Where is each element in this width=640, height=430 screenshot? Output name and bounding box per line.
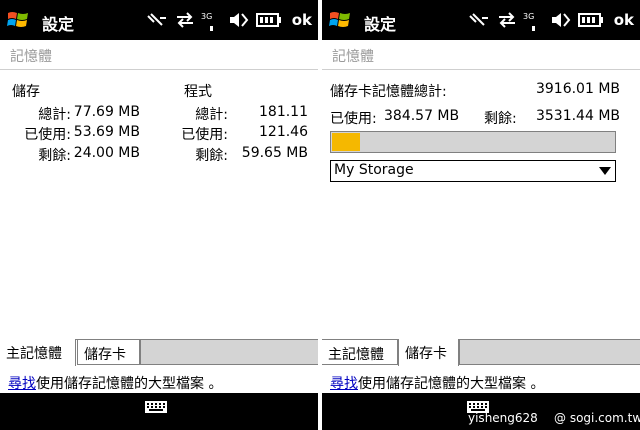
storage-select-value: My Storage — [334, 162, 414, 178]
find-large-files-hint: 尋找使用儲存記憶體的大型檔案 。 — [330, 373, 544, 393]
card-total-label: 儲存卡記憶體總計: — [330, 84, 447, 100]
storage-card-screen: 設定 3G ok 記憶體 儲存卡記憶體總計: 3916.01 MB 已使用: 3… — [322, 0, 640, 430]
watermark-user: yisheng628 — [468, 411, 538, 425]
tab-strip-filler — [140, 340, 318, 365]
data-sync-icon — [177, 12, 193, 28]
title-bar: 設定 3G ok — [322, 0, 640, 40]
storage-usage-fill — [332, 133, 360, 151]
windows-start-icon[interactable] — [6, 8, 30, 32]
keyboard-icon[interactable] — [145, 401, 167, 413]
section-title: 記憶體 — [332, 49, 374, 65]
chevron-down-icon[interactable] — [599, 167, 611, 175]
tab-strip: 主記憶體 儲存卡 — [0, 339, 318, 367]
tab-strip: 主記憶體 儲存卡 — [322, 339, 640, 367]
soft-key-bar: yisheng628 @ sogi.com.tw — [322, 393, 640, 430]
watermark-site: @ sogi.com.tw — [554, 411, 640, 425]
svg-text:3G: 3G — [523, 12, 534, 21]
main-memory-screen: 設定 3G ok 記憶體 儲存 程式 總計: 77.69 MB 總計: 181.… — [0, 0, 318, 430]
battery-icon — [256, 13, 281, 27]
card-used-value: 384.57 MB — [384, 108, 460, 124]
find-large-files-hint: 尋找使用儲存記憶體的大型檔案 。 — [8, 373, 222, 393]
speaker-muted-icon — [552, 13, 571, 27]
windows-start-icon[interactable] — [328, 8, 352, 32]
card-total-value: 3916.01 MB — [535, 81, 620, 97]
storage-free-value: 24.00 MB — [73, 145, 140, 161]
page-title: 設定 — [42, 15, 75, 34]
tab-main-memory[interactable]: 主記憶體 — [322, 339, 398, 365]
signal-3g-icon: 3G — [523, 12, 535, 31]
battery-icon — [578, 13, 603, 27]
section-header: 記憶體 — [322, 41, 640, 70]
program-free-label: 剩餘: — [195, 148, 228, 164]
storage-total-value: 77.69 MB — [73, 104, 140, 120]
connectivity-icon — [469, 13, 488, 26]
soft-key-bar — [0, 393, 318, 430]
find-link[interactable]: 尋找 — [8, 376, 36, 392]
storage-free-label: 剩餘: — [38, 148, 71, 164]
connectivity-icon — [147, 13, 166, 26]
signal-3g-icon: 3G — [201, 12, 213, 31]
storage-heading: 儲存 — [12, 84, 40, 100]
program-heading: 程式 — [184, 84, 212, 100]
program-free-value: 59.65 MB — [241, 145, 308, 161]
ok-button[interactable]: ok — [614, 11, 634, 29]
storage-used-label: 已使用: — [24, 127, 71, 143]
program-used-value: 121.46 — [259, 124, 308, 140]
card-used-label: 已使用: — [330, 111, 377, 127]
speaker-muted-icon — [230, 13, 249, 27]
storage-used-value: 53.69 MB — [73, 124, 140, 140]
tab-strip-filler — [459, 340, 640, 365]
tab-main-memory[interactable]: 主記憶體 — [0, 339, 76, 366]
storage-total-label: 總計: — [38, 107, 71, 123]
tab-storage-card[interactable]: 儲存卡 — [77, 339, 140, 365]
program-total-value: 181.11 — [259, 104, 308, 120]
storage-select[interactable]: My Storage — [330, 160, 616, 182]
page-title: 設定 — [364, 15, 397, 34]
find-hint-text: 使用儲存記憶體的大型檔案 。 — [36, 376, 223, 392]
data-sync-icon — [499, 12, 515, 28]
title-bar: 設定 3G ok — [0, 0, 318, 40]
program-used-label: 已使用: — [181, 127, 228, 143]
section-title: 記憶體 — [10, 49, 52, 65]
section-header: 記憶體 — [0, 41, 318, 70]
ok-button[interactable]: ok — [292, 11, 312, 29]
svg-text:3G: 3G — [201, 12, 212, 21]
find-link[interactable]: 尋找 — [330, 376, 358, 392]
tab-storage-card[interactable]: 儲存卡 — [398, 339, 459, 366]
card-free-value: 3531.44 MB — [535, 108, 620, 124]
program-total-label: 總計: — [195, 107, 228, 123]
find-hint-text: 使用儲存記憶體的大型檔案 。 — [358, 376, 545, 392]
storage-usage-bar — [330, 131, 616, 153]
